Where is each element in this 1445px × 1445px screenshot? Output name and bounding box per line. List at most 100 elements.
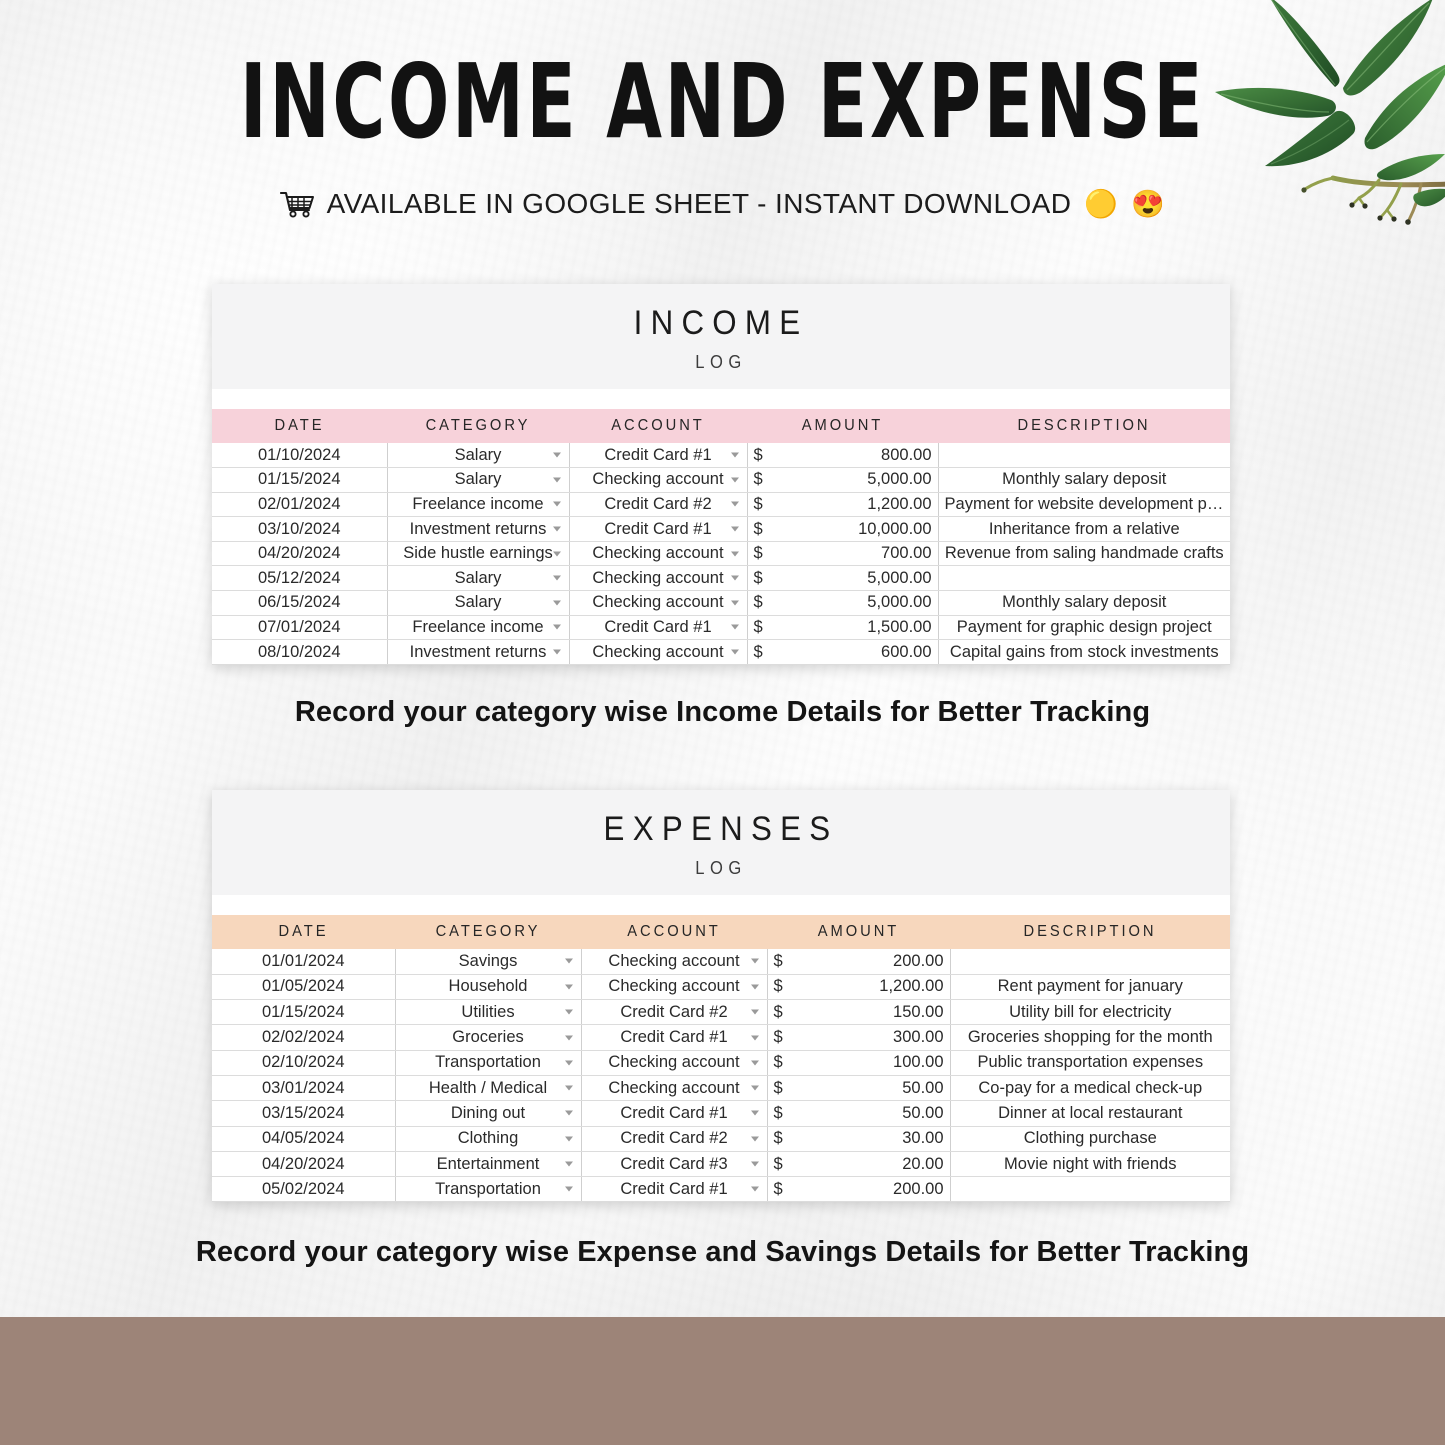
- expense-dropdown-category[interactable]: Clothing: [395, 1126, 582, 1152]
- income-cell-description[interactable]: Revenue from saling handmade crafts: [938, 541, 1231, 567]
- chevron-down-icon[interactable]: [730, 526, 739, 532]
- income-dropdown-account[interactable]: Credit Card #1: [569, 516, 748, 542]
- chevron-down-icon[interactable]: [564, 1186, 573, 1192]
- income-cell-amount[interactable]: 10,000.00: [775, 516, 939, 542]
- chevron-down-icon[interactable]: [730, 624, 739, 630]
- chevron-down-icon[interactable]: [730, 600, 739, 606]
- expense-cell-amount[interactable]: 150.00: [795, 999, 951, 1026]
- income-dropdown-account[interactable]: Credit Card #1: [569, 615, 748, 641]
- expense-dropdown-category[interactable]: Utilities: [395, 999, 582, 1026]
- expense-dropdown-account[interactable]: Credit Card #2: [581, 1126, 768, 1152]
- expense-cell-description[interactable]: Co-pay for a medical check-up: [950, 1075, 1231, 1102]
- chevron-down-icon[interactable]: [552, 477, 561, 483]
- chevron-down-icon[interactable]: [730, 575, 739, 581]
- chevron-down-icon[interactable]: [552, 551, 561, 557]
- expense-dropdown-category[interactable]: Transportation: [395, 1050, 582, 1076]
- expense-dropdown-category[interactable]: Groceries: [395, 1024, 582, 1051]
- chevron-down-icon[interactable]: [564, 1009, 573, 1015]
- expense-cell-description[interactable]: Utility bill for electricity: [950, 999, 1231, 1026]
- chevron-down-icon[interactable]: [750, 1186, 759, 1192]
- income-dropdown-category[interactable]: Freelance income: [387, 492, 570, 518]
- expense-dropdown-account[interactable]: Checking account: [581, 1075, 768, 1102]
- income-cell-amount[interactable]: 1,200.00: [775, 492, 939, 518]
- chevron-down-icon[interactable]: [564, 1161, 573, 1167]
- income-cell-amount[interactable]: 600.00: [775, 639, 939, 665]
- chevron-down-icon[interactable]: [552, 526, 561, 532]
- income-cell-description[interactable]: Payment for graphic design project: [938, 615, 1231, 641]
- expense-dropdown-account[interactable]: Credit Card #2: [581, 999, 768, 1026]
- expense-dropdown-account[interactable]: Credit Card #3: [581, 1151, 768, 1178]
- income-dropdown-account[interactable]: Checking account: [569, 639, 748, 665]
- expense-dropdown-category[interactable]: Transportation: [395, 1176, 582, 1203]
- income-cell-amount[interactable]: 5,000.00: [775, 467, 939, 493]
- chevron-down-icon[interactable]: [750, 958, 759, 964]
- chevron-down-icon[interactable]: [564, 958, 573, 964]
- expense-cell-description[interactable]: Clothing purchase: [950, 1126, 1231, 1152]
- chevron-down-icon[interactable]: [552, 649, 561, 655]
- chevron-down-icon[interactable]: [730, 551, 739, 557]
- income-cell-description[interactable]: Payment for website development project: [938, 492, 1231, 518]
- chevron-down-icon[interactable]: [564, 1136, 573, 1142]
- income-cell-description[interactable]: Monthly salary deposit: [938, 590, 1231, 616]
- income-cell-description[interactable]: Inheritance from a relative: [938, 516, 1231, 542]
- chevron-down-icon[interactable]: [750, 1009, 759, 1015]
- chevron-down-icon[interactable]: [564, 1110, 573, 1116]
- expense-cell-amount[interactable]: 300.00: [795, 1024, 951, 1051]
- chevron-down-icon[interactable]: [750, 1035, 759, 1041]
- expense-cell-amount[interactable]: 200.00: [795, 1176, 951, 1203]
- chevron-down-icon[interactable]: [552, 575, 561, 581]
- expense-cell-amount[interactable]: 50.00: [795, 1075, 951, 1102]
- expense-dropdown-category[interactable]: Health / Medical: [395, 1075, 582, 1102]
- income-dropdown-account[interactable]: Checking account: [569, 541, 748, 567]
- expense-dropdown-account[interactable]: Checking account: [581, 949, 768, 975]
- chevron-down-icon[interactable]: [750, 1136, 759, 1142]
- income-cell-amount[interactable]: 5,000.00: [775, 590, 939, 616]
- income-dropdown-category[interactable]: Salary: [387, 443, 570, 469]
- income-cell-description[interactable]: Monthly salary deposit: [938, 467, 1231, 493]
- chevron-down-icon[interactable]: [552, 600, 561, 606]
- income-cell-description[interactable]: Capital gains from stock investments: [938, 639, 1231, 665]
- chevron-down-icon[interactable]: [552, 501, 561, 507]
- expense-dropdown-category[interactable]: Entertainment: [395, 1151, 582, 1178]
- income-cell-amount[interactable]: 800.00: [775, 443, 939, 469]
- chevron-down-icon[interactable]: [750, 1110, 759, 1116]
- expense-dropdown-category[interactable]: Household: [395, 974, 582, 1001]
- expense-dropdown-account[interactable]: Checking account: [581, 1050, 768, 1076]
- chevron-down-icon[interactable]: [730, 452, 739, 458]
- expense-cell-amount[interactable]: 1,200.00: [795, 974, 951, 1001]
- chevron-down-icon[interactable]: [564, 984, 573, 990]
- expense-dropdown-account[interactable]: Credit Card #1: [581, 1176, 768, 1203]
- expense-cell-amount[interactable]: 30.00: [795, 1126, 951, 1152]
- expense-cell-amount[interactable]: 100.00: [795, 1050, 951, 1076]
- expense-dropdown-account[interactable]: Credit Card #1: [581, 1024, 768, 1051]
- income-cell-description[interactable]: [938, 565, 1231, 592]
- income-dropdown-account[interactable]: Checking account: [569, 467, 748, 493]
- income-cell-amount[interactable]: 700.00: [775, 541, 939, 567]
- income-dropdown-category[interactable]: Investment returns: [387, 516, 570, 542]
- chevron-down-icon[interactable]: [564, 1035, 573, 1041]
- income-dropdown-category[interactable]: Salary: [387, 590, 570, 616]
- income-dropdown-category[interactable]: Freelance income: [387, 615, 570, 641]
- income-dropdown-category[interactable]: Investment returns: [387, 639, 570, 665]
- chevron-down-icon[interactable]: [750, 1161, 759, 1167]
- expense-cell-amount[interactable]: 20.00: [795, 1151, 951, 1178]
- income-dropdown-account[interactable]: Credit Card #2: [569, 492, 748, 518]
- chevron-down-icon[interactable]: [730, 501, 739, 507]
- income-dropdown-account[interactable]: Checking account: [569, 590, 748, 616]
- expense-cell-description[interactable]: Movie night with friends: [950, 1151, 1231, 1178]
- expense-cell-description[interactable]: Dinner at local restaurant: [950, 1100, 1231, 1127]
- income-dropdown-category[interactable]: Salary: [387, 467, 570, 493]
- expense-cell-description[interactable]: Groceries shopping for the month: [950, 1024, 1231, 1051]
- chevron-down-icon[interactable]: [552, 452, 561, 458]
- expense-cell-description[interactable]: Rent payment for january: [950, 974, 1231, 1001]
- income-dropdown-account[interactable]: Credit Card #1: [569, 443, 748, 469]
- expense-dropdown-account[interactable]: Credit Card #1: [581, 1100, 768, 1127]
- expense-dropdown-category[interactable]: Savings: [395, 949, 582, 975]
- chevron-down-icon[interactable]: [750, 1085, 759, 1091]
- income-dropdown-account[interactable]: Checking account: [569, 565, 748, 592]
- income-dropdown-category[interactable]: Side hustle earnings: [387, 541, 570, 567]
- chevron-down-icon[interactable]: [750, 1060, 759, 1066]
- expense-cell-amount[interactable]: 200.00: [795, 949, 951, 975]
- expense-dropdown-account[interactable]: Checking account: [581, 974, 768, 1001]
- income-cell-amount[interactable]: 5,000.00: [775, 565, 939, 592]
